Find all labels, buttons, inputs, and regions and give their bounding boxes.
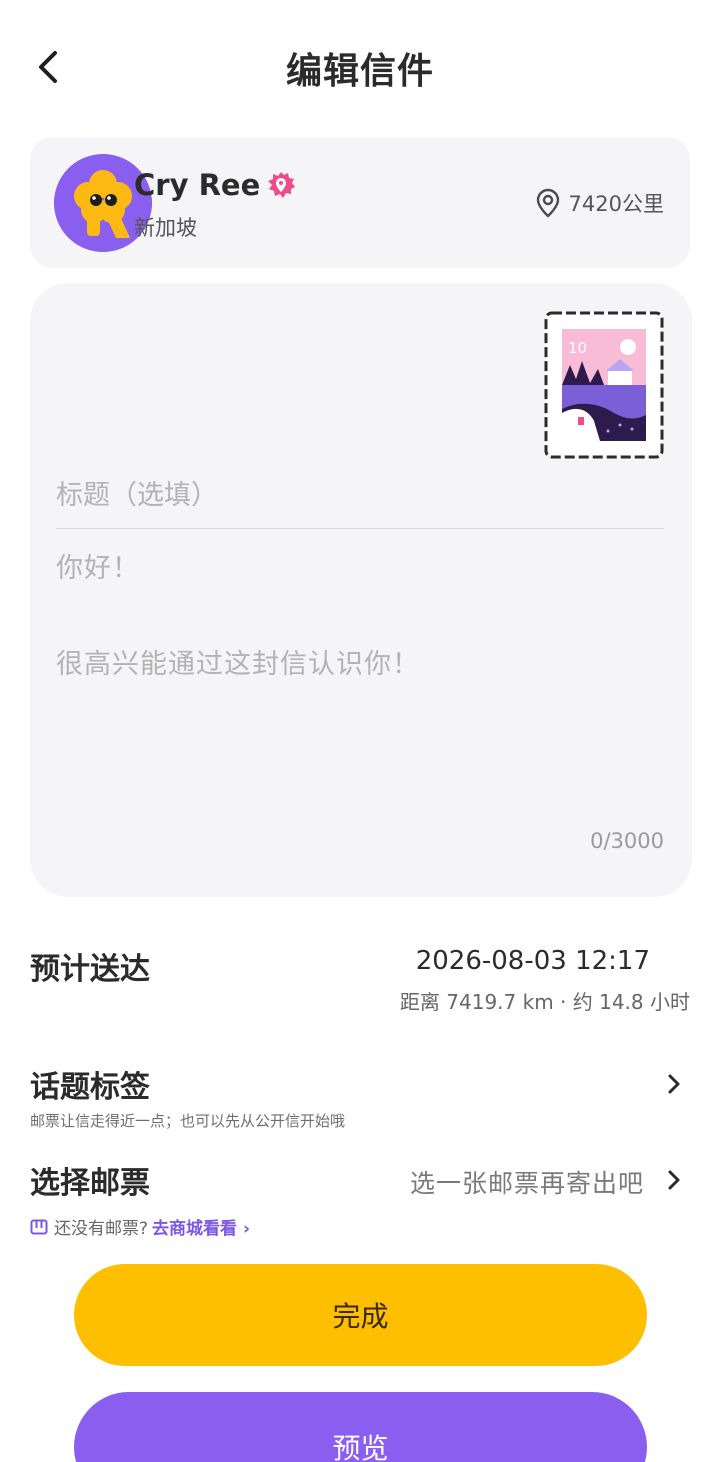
chevron-right-icon xyxy=(668,1170,680,1190)
recipient-city: 新加坡 xyxy=(134,216,197,240)
page-title: 编辑信件 xyxy=(285,51,434,92)
go-to-shop-link[interactable]: 去商城看看 › xyxy=(152,1214,250,1239)
distance-text: 7420公里 xyxy=(568,192,664,216)
letter-body-textarea[interactable] xyxy=(56,545,664,825)
topic-tags-label: 话题标签 xyxy=(30,1070,150,1105)
distance-info: 7420公里 xyxy=(533,187,664,219)
stamp-icon xyxy=(30,1219,48,1234)
recipient-name: Cry Ree xyxy=(134,168,261,202)
shop-prompt: 还没有邮票? 去商城看看 › xyxy=(30,1214,250,1239)
location-badge-icon xyxy=(268,172,296,198)
stamp-image[interactable]: 10 xyxy=(542,309,666,461)
shop-prompt-text: 还没有邮票? xyxy=(54,1219,149,1239)
topic-tags-row[interactable]: 话题标签 邮票让信走得近一点；也可以先从公开信开始哦 xyxy=(30,1062,690,1132)
done-button[interactable]: 完成 xyxy=(74,1264,647,1366)
select-stamp-hint: 选一张邮票再寄出吧 xyxy=(409,1169,644,1198)
recipient-name-row: Cry Ree xyxy=(134,168,296,202)
delivery-distance-detail: 距离 7419.7 km · 约 14.8 小时 xyxy=(399,990,690,1014)
header: 编辑信件 xyxy=(0,0,720,130)
letter-editor: 10 0/3000 xyxy=(30,283,692,897)
preview-button[interactable]: 预览 xyxy=(74,1392,647,1462)
estimated-delivery-time: 2026-08-03 12:17 xyxy=(415,946,650,976)
char-counter: 0/3000 xyxy=(590,829,664,853)
topic-tags-subtitle: 邮票让信走得近一点；也可以先从公开信开始哦 xyxy=(30,1112,346,1130)
map-pin-icon xyxy=(536,188,559,218)
estimated-delivery-label: 预计送达 xyxy=(30,952,150,987)
letter-title-input[interactable] xyxy=(56,463,664,529)
stamp-number: 10 xyxy=(568,339,587,357)
chevron-right-icon xyxy=(668,1074,680,1094)
select-stamp-row[interactable]: 选择邮票 选一张邮票再寄出吧 xyxy=(30,1158,690,1202)
